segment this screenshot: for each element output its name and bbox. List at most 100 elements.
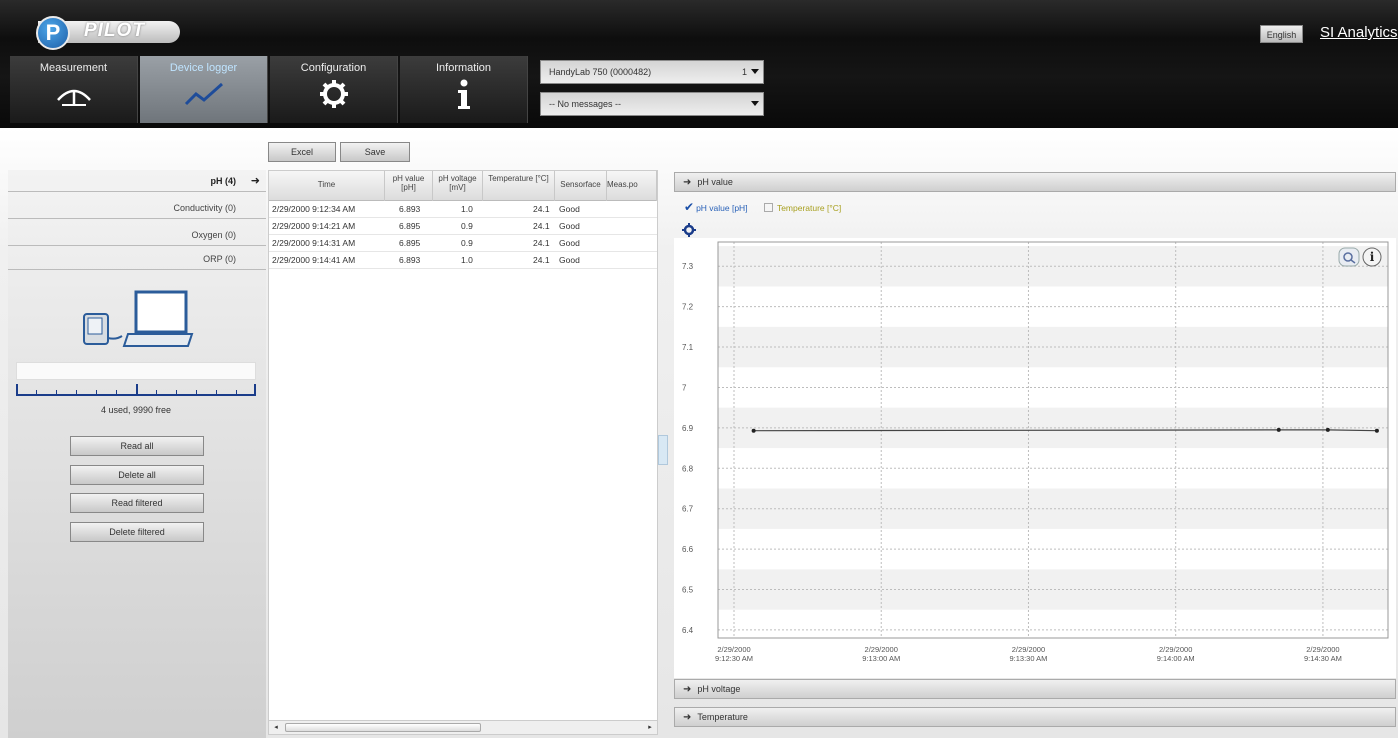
cell-temperature: 24.1 — [533, 204, 550, 214]
panel-header-ph-voltage[interactable]: ➜ pH voltage — [674, 679, 1396, 699]
dropdown-arrow-icon — [751, 69, 759, 74]
panel-splitter[interactable] — [658, 435, 668, 465]
chart-info-icon[interactable]: i — [1362, 247, 1382, 267]
svg-text:i: i — [1370, 250, 1375, 264]
message-select-value: -- No messages -- — [549, 99, 622, 109]
checkbox-temperature[interactable] — [763, 203, 773, 212]
checkbox-ph-value[interactable]: ✔ — [684, 200, 694, 214]
tab-information[interactable]: Information — [400, 56, 528, 123]
device-select-number: 1 — [741, 67, 747, 77]
memory-progress-bar — [16, 362, 256, 380]
tab-label: Device logger — [169, 62, 238, 74]
column-header-ph-voltage[interactable]: pH voltage [mV] — [433, 171, 483, 201]
category-ph[interactable]: pH (4) ➜ — [8, 170, 266, 192]
table-row[interactable]: 2/29/2000 9:12:34 AM 6.893 1.0 24.1 Good — [269, 202, 657, 218]
column-header-temperature[interactable]: Temperature [°C] — [483, 171, 555, 201]
cell-ph-voltage: 0.9 — [461, 238, 473, 248]
tab-label: Configuration — [300, 62, 367, 74]
language-button[interactable]: English — [1260, 25, 1303, 43]
cell-sensorface: Good — [559, 255, 580, 265]
data-point[interactable] — [1374, 428, 1379, 433]
arrow-down-icon: ➜ — [683, 177, 692, 188]
brand-link[interactable]: SI Analytics — [1320, 24, 1398, 41]
y-tick-label: 6.4 — [682, 626, 694, 635]
category-label: Conductivity (0) — [173, 203, 236, 213]
cell-sensorface: Good — [559, 221, 580, 231]
y-tick-label: 6.9 — [682, 424, 694, 433]
y-tick-label: 6.7 — [682, 505, 694, 514]
x-tick-label: 2/29/2000 9:14:30 AM — [1304, 645, 1342, 663]
x-tick-label: 2/29/2000 9:14:00 AM — [1157, 645, 1195, 663]
scroll-thumb[interactable] — [285, 723, 481, 732]
arrow-right-icon: ➜ — [250, 175, 260, 187]
y-tick-label: 6.5 — [682, 586, 694, 595]
x-tick-label: 2/29/2000 9:13:00 AM — [862, 645, 900, 663]
excel-button[interactable]: Excel — [268, 142, 336, 162]
message-select[interactable]: -- No messages -- — [540, 92, 764, 116]
data-point[interactable] — [1325, 427, 1330, 432]
cell-ph-value: 6.893 — [399, 204, 421, 214]
gear-icon — [319, 80, 348, 108]
data-table: Time pH value [pH] pH voltage [mV] Tempe… — [268, 170, 658, 735]
category-orp[interactable]: ORP (0) — [8, 248, 266, 270]
logo: P PILOT — [14, 16, 180, 50]
column-header-sensorface[interactable]: Sensorface — [555, 171, 607, 201]
ph-value-chart: 7.3 7.2 7.1 7 6.9 6.8 6.7 6.6 6.5 6.4 2/29/2000 9:… — [674, 238, 1396, 678]
category-conductivity[interactable]: Conductivity (0) — [8, 197, 266, 219]
tab-measurement[interactable]: Measurement — [10, 56, 138, 123]
x-tick-label: 2/29/2000 9:13:30 AM — [1009, 645, 1047, 663]
column-header-meas-point[interactable]: Meas.po — [607, 171, 657, 201]
device-select[interactable]: HandyLab 750 (0000482) 1 — [540, 60, 764, 84]
legend-ph-label: pH value [pH] — [696, 203, 748, 213]
y-tick-label: 7 — [682, 383, 687, 392]
device-to-pc-icon — [83, 290, 194, 347]
table-row[interactable]: 2/29/2000 9:14:21 AM 6.895 0.9 24.1 Good — [269, 219, 657, 235]
horizontal-scrollbar[interactable]: ◂ ▸ — [269, 720, 657, 734]
panel-title: pH value — [697, 177, 733, 187]
cell-ph-value: 6.893 — [399, 255, 421, 265]
panel-header-temperature[interactable]: ➜ Temperature — [674, 707, 1396, 727]
scroll-left-icon[interactable]: ◂ — [271, 723, 281, 732]
scroll-right-icon[interactable]: ▸ — [645, 723, 655, 732]
data-point[interactable] — [1276, 427, 1281, 432]
save-button[interactable]: Save — [340, 142, 410, 162]
delete-filtered-button[interactable]: Delete filtered — [70, 522, 204, 542]
y-tick-label: 6.6 — [682, 545, 694, 554]
cell-sensorface: Good — [559, 238, 580, 248]
chart-settings-gear-icon[interactable] — [682, 223, 696, 237]
category-oxygen[interactable]: Oxygen (0) — [8, 224, 266, 246]
trend-chart-icon — [184, 82, 223, 106]
app-header: P PILOT English SI Analytics Measurement… — [0, 0, 1398, 128]
memory-status: 4 used, 9990 free — [100, 405, 172, 415]
tab-configuration[interactable]: Configuration — [270, 56, 398, 123]
column-header-time[interactable]: Time — [269, 171, 385, 201]
zoom-reset-icon[interactable] — [1338, 247, 1360, 267]
x-tick-label: 2/29/2000 9:12:30 AM — [715, 645, 753, 663]
cell-ph-voltage: 0.9 — [461, 221, 473, 231]
cell-time: 2/29/2000 9:14:21 AM — [272, 221, 356, 231]
panel-header-ph-value[interactable]: ➜ pH value — [674, 172, 1396, 192]
tab-label: Information — [435, 62, 492, 74]
cell-ph-value: 6.895 — [399, 238, 421, 248]
cell-temperature: 24.1 — [533, 255, 550, 265]
delete-all-button[interactable]: Delete all — [70, 465, 204, 485]
info-icon — [457, 79, 470, 109]
legend-temp-label: Temperature [°C] — [776, 203, 842, 213]
data-point[interactable] — [751, 428, 756, 433]
panel-title: Temperature — [697, 712, 748, 722]
tab-label: Measurement — [39, 62, 108, 74]
column-header-ph-value[interactable]: pH value [pH] — [385, 171, 433, 201]
read-all-button[interactable]: Read all — [70, 436, 204, 456]
cell-sensorface: Good — [559, 204, 580, 214]
arrow-right-icon: ➜ — [683, 712, 692, 723]
tab-device-logger[interactable]: Device logger — [140, 56, 268, 123]
table-row[interactable]: 2/29/2000 9:14:31 AM 6.895 0.9 24.1 Good — [269, 236, 657, 252]
category-label: pH (4) — [210, 176, 237, 186]
cell-ph-voltage: 1.0 — [461, 255, 473, 265]
table-row[interactable]: 2/29/2000 9:14:41 AM 6.893 1.0 24.1 Good — [269, 253, 657, 269]
read-filtered-button[interactable]: Read filtered — [70, 493, 204, 513]
chart-tools: i — [1338, 247, 1382, 267]
y-tick-label: 7.3 — [682, 262, 694, 271]
logo-letter: P — [36, 16, 70, 50]
device-select-value: HandyLab 750 (0000482) — [549, 67, 652, 77]
